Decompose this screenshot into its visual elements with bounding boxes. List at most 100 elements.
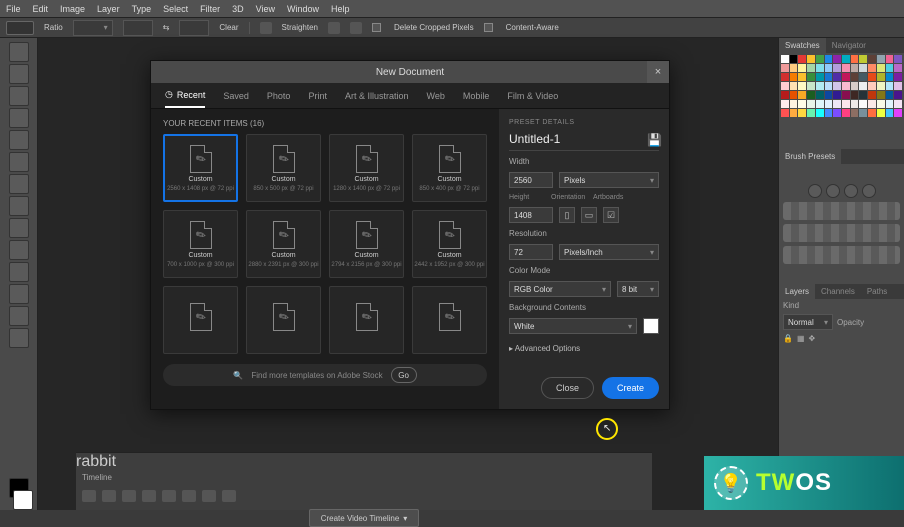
crop-options-icon[interactable] [350, 22, 362, 34]
zoom-tool[interactable] [9, 328, 29, 348]
swatch[interactable] [859, 82, 867, 90]
swatch[interactable] [859, 109, 867, 117]
swatch[interactable] [781, 109, 789, 117]
swatch[interactable] [833, 109, 841, 117]
preset-card[interactable]: ✎Custom850 x 500 px @ 72 ppi [246, 134, 321, 202]
overlay-icon[interactable] [328, 22, 340, 34]
resolution-unit-select[interactable]: Pixels/Inch▾ [559, 244, 659, 260]
menu-type[interactable]: Type [132, 4, 152, 14]
menu-filter[interactable]: Filter [200, 4, 220, 14]
brush-tool[interactable] [9, 152, 29, 172]
shape-tool[interactable] [9, 284, 29, 304]
swatch[interactable] [825, 64, 833, 72]
swatch[interactable] [886, 82, 894, 90]
background-color[interactable] [13, 490, 33, 510]
timeline-first-frame[interactable] [82, 490, 96, 502]
colormode-select[interactable]: RGB Color▾ [509, 281, 611, 297]
swatch[interactable] [868, 82, 876, 90]
swatch[interactable] [886, 109, 894, 117]
swatch[interactable] [825, 73, 833, 81]
tab-web[interactable]: Web [427, 85, 445, 107]
menu-help[interactable]: Help [331, 4, 350, 14]
swatch[interactable] [868, 64, 876, 72]
swatch[interactable] [877, 82, 885, 90]
swatch[interactable] [842, 73, 850, 81]
lock-icon[interactable]: 🔒 [783, 334, 793, 343]
swatch[interactable] [877, 73, 885, 81]
stamp-tool[interactable] [9, 174, 29, 194]
swatch[interactable] [790, 55, 798, 63]
swatch[interactable] [825, 55, 833, 63]
swatch[interactable] [868, 55, 876, 63]
swatch[interactable] [781, 73, 789, 81]
swatch[interactable] [851, 109, 859, 117]
swatch[interactable] [894, 100, 902, 108]
swatch[interactable] [851, 100, 859, 108]
swatch[interactable] [851, 64, 859, 72]
swatch[interactable] [894, 91, 902, 99]
swatch[interactable] [842, 100, 850, 108]
swatch[interactable] [807, 82, 815, 90]
gradient-tool[interactable] [9, 218, 29, 238]
swatch[interactable] [790, 100, 798, 108]
swatch[interactable] [816, 73, 824, 81]
swatch[interactable] [798, 55, 806, 63]
preset-card[interactable]: ✎Custom700 x 1000 px @ 300 ppi [163, 210, 238, 278]
crop-tool[interactable] [9, 108, 29, 128]
menu-3d[interactable]: 3D [232, 4, 244, 14]
timeline-loop[interactable] [182, 490, 196, 502]
brush-preset-2[interactable] [826, 184, 840, 198]
swatch[interactable] [781, 64, 789, 72]
swatch[interactable] [842, 55, 850, 63]
brush-stroke-preview-1[interactable] [783, 202, 900, 220]
swatch[interactable] [790, 109, 798, 117]
brush-preset-4[interactable] [862, 184, 876, 198]
delete-cropped-checkbox[interactable] [372, 23, 381, 32]
hand-tool[interactable] [9, 306, 29, 326]
swatch[interactable] [798, 109, 806, 117]
swatch[interactable] [859, 55, 867, 63]
swatch[interactable] [894, 109, 902, 117]
swatch[interactable] [851, 55, 859, 63]
preset-card[interactable]: ✎Custom2442 x 1952 px @ 300 ppi [412, 210, 487, 278]
tab-swatches[interactable]: Swatches [779, 38, 826, 53]
swatches-grid[interactable] [779, 53, 904, 149]
swatch[interactable] [877, 64, 885, 72]
swatch[interactable] [886, 73, 894, 81]
swatch[interactable] [868, 109, 876, 117]
swatch[interactable] [859, 91, 867, 99]
blend-mode-select[interactable]: Normal▾ [783, 314, 833, 330]
brush-preset-3[interactable] [844, 184, 858, 198]
ratio-swap-icon[interactable]: ⇆ [163, 23, 170, 32]
brush-stroke-preview-2[interactable] [783, 224, 900, 242]
tab-paths[interactable]: Paths [861, 284, 893, 299]
swatch[interactable] [851, 82, 859, 90]
orientation-portrait[interactable]: ▯ [559, 207, 575, 223]
swatch[interactable] [781, 82, 789, 90]
swatch[interactable] [798, 64, 806, 72]
menu-window[interactable]: Window [287, 4, 319, 14]
tab-photo[interactable]: Photo [267, 85, 291, 107]
swatch[interactable] [842, 82, 850, 90]
tab-print[interactable]: Print [308, 85, 327, 107]
swatch[interactable] [798, 73, 806, 81]
swatch[interactable] [807, 73, 815, 81]
timeline-split[interactable] [202, 490, 216, 502]
swatch[interactable] [894, 64, 902, 72]
crop-tool-indicator[interactable] [6, 21, 34, 35]
swatch[interactable] [833, 82, 841, 90]
swatch[interactable] [886, 91, 894, 99]
swatch[interactable] [842, 91, 850, 99]
artboards-checkbox[interactable]: ☑ [603, 207, 619, 223]
timeline-transition[interactable] [222, 490, 236, 502]
preset-card[interactable]: ✎Custom850 x 400 px @ 72 ppi [412, 134, 487, 202]
marquee-tool[interactable] [9, 64, 29, 84]
preset-card[interactable]: ✎Custom2794 x 2156 px @ 300 ppi [329, 210, 404, 278]
create-video-timeline-button[interactable]: Create Video Timeline ▾ [309, 509, 419, 527]
swatch[interactable] [851, 73, 859, 81]
advanced-options-toggle[interactable]: ▸ Advanced Options [509, 344, 659, 353]
swatch[interactable] [851, 91, 859, 99]
swatch[interactable] [790, 73, 798, 81]
swatch[interactable] [790, 91, 798, 99]
swatch[interactable] [868, 91, 876, 99]
